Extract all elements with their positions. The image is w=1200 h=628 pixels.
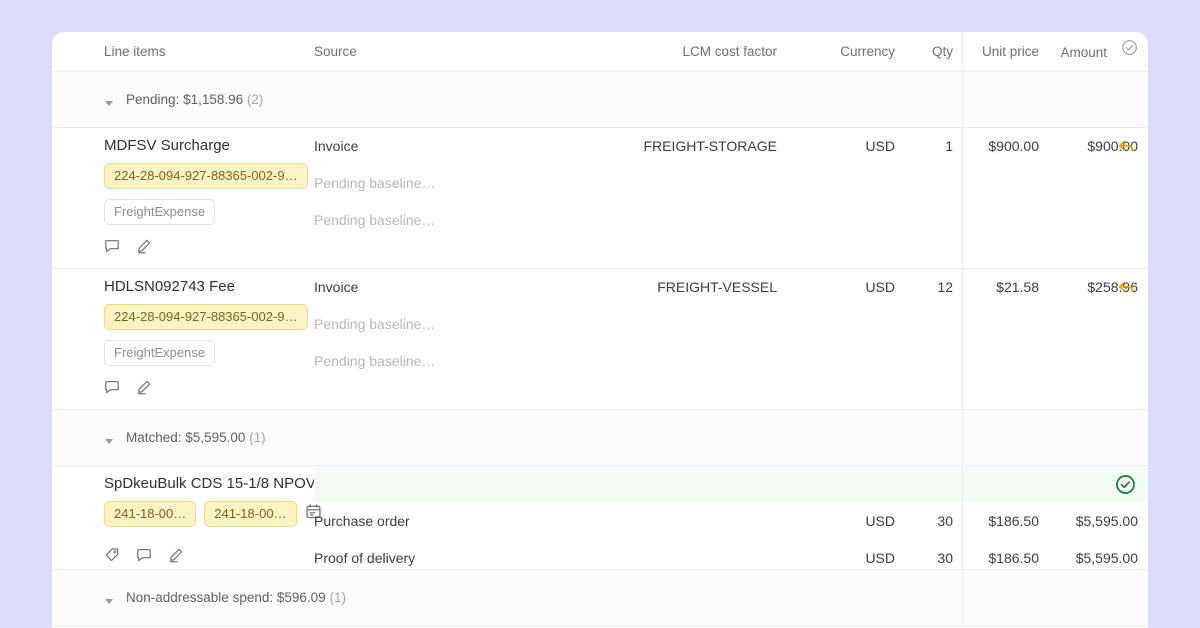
unit-price-line: $186.50 bbox=[953, 529, 1039, 566]
unit-price-line: $186.50 bbox=[953, 476, 1039, 492]
amount-column-divider bbox=[962, 466, 963, 569]
line-item-title[interactable]: HDLSN092743 Fee bbox=[104, 269, 314, 295]
group-header-matched[interactable]: Matched: $5,595.00 (1) bbox=[52, 410, 1148, 466]
row-qty-cell: 30 30 30 bbox=[895, 466, 953, 566]
group-label-non-addressable-spend: Non-addressable spend: $596.09 (1) bbox=[126, 590, 346, 605]
line-item-id-badge-2[interactable]: 241-18-00… bbox=[204, 501, 296, 527]
row-amount-value: $5,595.00 bbox=[1039, 529, 1138, 566]
line-item-actions bbox=[104, 547, 314, 569]
source-line: Purchase order bbox=[314, 492, 542, 529]
row-unit-price-cell: $21.58 bbox=[953, 269, 1039, 295]
column-header-qty[interactable]: Qty bbox=[895, 32, 953, 72]
row-source-cell: Invoice Pending baseline… Pending baseli… bbox=[314, 269, 542, 369]
edit-icon[interactable] bbox=[136, 379, 152, 395]
column-header-amount: Amount bbox=[1039, 32, 1148, 72]
group-header-pending[interactable]: Pending: $1,158.96 (2) bbox=[52, 72, 1148, 128]
chevron-down-icon[interactable] bbox=[104, 593, 114, 603]
source-line: Pending baseline… bbox=[314, 191, 542, 228]
line-item-id-badge[interactable]: 224-28-094-927-88365-002-9… bbox=[104, 304, 308, 330]
amount-column-divider bbox=[962, 32, 963, 71]
row-qty-cell: 12 bbox=[895, 269, 953, 295]
chevron-down-icon[interactable] bbox=[104, 95, 114, 105]
line-item-badges: 241-18-00… 241-18-00… bbox=[104, 501, 314, 527]
table-row[interactable]: MDFSV Surcharge 224-28-094-927-88365-002… bbox=[52, 128, 1148, 269]
source-line: Pending baseline… bbox=[314, 295, 542, 332]
source-line: Invoice bbox=[314, 138, 542, 154]
column-header-unit-price[interactable]: Unit price bbox=[953, 32, 1039, 72]
check-circle-icon[interactable] bbox=[1121, 32, 1138, 72]
row-source-cell: Invoice Purchase order Proof of delivery bbox=[314, 466, 542, 566]
source-line: Pending baseline… bbox=[314, 154, 542, 191]
qty-line: 30 bbox=[895, 476, 953, 492]
source-line: Invoice bbox=[314, 476, 542, 492]
return-arrow-icon[interactable] bbox=[1116, 136, 1136, 161]
amount-column-divider bbox=[962, 570, 963, 625]
line-item-badges: 224-28-094-927-88365-002-9… bbox=[104, 163, 314, 189]
column-header-currency[interactable]: Currency bbox=[777, 32, 895, 72]
qty-line: 30 bbox=[895, 492, 953, 529]
line-item-title[interactable]: SpDkeuBulk CDS 15-1/8 NPOVJ1… bbox=[104, 466, 314, 492]
column-header-source[interactable]: Source bbox=[314, 32, 542, 72]
row-lcm-cost-factor-cell: FREIGHT-STORAGE bbox=[542, 128, 777, 154]
table-row[interactable]: SpDkeuBulk CDS 15-1/8 NPOVJ1… 241-18-00…… bbox=[52, 466, 1148, 570]
tag-icon[interactable] bbox=[104, 547, 120, 563]
qty-line: 30 bbox=[895, 529, 953, 566]
amount-column-divider bbox=[962, 269, 963, 409]
edit-icon[interactable] bbox=[136, 238, 152, 254]
unit-price-line: $186.50 bbox=[953, 492, 1039, 529]
amount-column-divider bbox=[962, 72, 963, 127]
group-header-non-addressable-spend[interactable]: Non-addressable spend: $596.09 (1) bbox=[52, 570, 1148, 626]
edit-icon[interactable] bbox=[168, 547, 184, 563]
line-items-card: Line items Source LCM cost factor Curren… bbox=[52, 32, 1148, 628]
check-circle-icon[interactable] bbox=[1115, 474, 1136, 500]
return-arrow-icon[interactable] bbox=[1116, 277, 1136, 302]
row-currency-cell: USD USD USD bbox=[777, 466, 895, 566]
amount-column-divider bbox=[962, 410, 963, 465]
line-item-tag-badge[interactable]: FreightExpense bbox=[104, 340, 215, 366]
comment-icon[interactable] bbox=[104, 238, 120, 254]
row-line-items-cell: HDLSN092743 Fee 224-28-094-927-88365-002… bbox=[52, 269, 314, 409]
currency-line: USD bbox=[777, 529, 895, 566]
line-item-id-badge[interactable]: 224-28-094-927-88365-002-9… bbox=[104, 163, 308, 189]
column-header-line-items[interactable]: Line items bbox=[52, 32, 314, 72]
row-lcm-cost-factor-cell: FREIGHT-VESSEL bbox=[542, 269, 777, 295]
page-root: Line items Source LCM cost factor Curren… bbox=[0, 0, 1200, 628]
source-line: Invoice bbox=[314, 279, 542, 295]
chevron-down-icon[interactable] bbox=[104, 433, 114, 443]
line-item-id-badge[interactable]: 241-18-00… bbox=[104, 501, 196, 527]
column-header-amount-label[interactable]: Amount bbox=[1060, 45, 1107, 60]
line-item-actions bbox=[104, 238, 314, 268]
line-item-actions bbox=[104, 379, 314, 409]
row-currency-cell: USD bbox=[777, 128, 895, 154]
row-qty-cell: 1 bbox=[895, 128, 953, 154]
currency-line: USD bbox=[777, 476, 895, 492]
row-line-items-cell: MDFSV Surcharge 224-28-094-927-88365-002… bbox=[52, 128, 314, 268]
line-item-tag-badge[interactable]: FreightExpense bbox=[104, 199, 215, 225]
column-header-lcm-cost-factor[interactable]: LCM cost factor bbox=[542, 32, 777, 72]
table-header: Line items Source LCM cost factor Curren… bbox=[52, 32, 1148, 72]
currency-line: USD bbox=[777, 492, 895, 529]
line-item-badges: 224-28-094-927-88365-002-9… bbox=[104, 304, 314, 330]
row-line-items-cell: SpDkeuBulk CDS 15-1/8 NPOVJ1… 241-18-00…… bbox=[52, 466, 314, 569]
source-line: Proof of delivery bbox=[314, 529, 542, 566]
row-currency-cell: USD bbox=[777, 269, 895, 295]
row-unit-price-cell: $186.50 $186.50 $186.50 bbox=[953, 466, 1039, 566]
table-row[interactable]: HDLSN092743 Fee 224-28-094-927-88365-002… bbox=[52, 269, 1148, 410]
row-lcm-cost-factor-cell: USD bbox=[542, 466, 777, 492]
line-item-title[interactable]: MDFSV Surcharge bbox=[104, 128, 314, 154]
row-unit-price-cell: $900.00 bbox=[953, 128, 1039, 154]
amount-column-divider bbox=[962, 128, 963, 268]
group-label-matched: Matched: $5,595.00 (1) bbox=[126, 430, 266, 445]
comment-icon[interactable] bbox=[136, 547, 152, 563]
row-source-cell: Invoice Pending baseline… Pending baseli… bbox=[314, 128, 542, 228]
group-label-pending: Pending: $1,158.96 (2) bbox=[126, 92, 263, 107]
comment-icon[interactable] bbox=[104, 379, 120, 395]
source-line: Pending baseline… bbox=[314, 332, 542, 369]
